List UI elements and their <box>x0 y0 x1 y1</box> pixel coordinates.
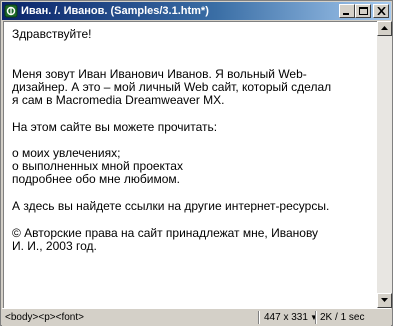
title-bar[interactable]: Иван. /. Иванов. (Samples/3.1.htm*) <box>2 2 391 20</box>
status-bar: <body><p><font> 447 x 331 ▼ 2K / 1 sec <box>2 308 391 326</box>
document-window: Иван. /. Иванов. (Samples/3.1.htm*) Здра… <box>0 0 393 326</box>
list-item: подробнее обо мне любимом. <box>12 172 180 186</box>
greeting-text: Здравствуйте! <box>12 27 92 41</box>
status-divider <box>315 311 317 324</box>
vertical-scrollbar[interactable] <box>377 21 392 308</box>
arrow-down-icon <box>381 298 388 302</box>
close-button[interactable] <box>373 4 389 18</box>
minimize-button[interactable] <box>339 4 355 18</box>
intro-paragraph: Меня зовут Иван Иванович Иванов. Я вольн… <box>12 67 332 107</box>
status-divider <box>258 311 260 324</box>
document-view[interactable]: Здравствуйте! Меня зовут Иван Иванович И… <box>3 21 377 308</box>
tag-selector[interactable]: <body><p><font> <box>5 310 84 325</box>
close-icon <box>377 7 386 15</box>
dreamweaver-document-icon[interactable] <box>4 4 18 18</box>
minimize-icon <box>343 13 349 15</box>
arrow-up-icon <box>381 26 388 30</box>
read-heading: На этом сайте вы можете прочитать: <box>12 120 218 134</box>
topics-list: о моих увлечениях; о выполненных мной пр… <box>12 147 370 186</box>
scroll-down-button[interactable] <box>377 293 392 308</box>
download-time: 2K / 1 sec <box>320 312 365 323</box>
maximize-button[interactable] <box>355 4 371 18</box>
copyright-paragraph: © Авторские права на сайт принадлежат мн… <box>12 226 319 253</box>
links-paragraph: А здесь вы найдете ссылки на другие инте… <box>12 199 330 213</box>
window-size-menu[interactable]: 447 x 331 ▼ <box>264 310 318 325</box>
maximize-icon <box>359 7 368 15</box>
window-title: Иван. /. Иванов. (Samples/3.1.htm*) <box>21 5 209 17</box>
document-body[interactable]: Здравствуйте! Меня зовут Иван Иванович И… <box>12 28 370 253</box>
scroll-up-button[interactable] <box>377 21 392 36</box>
window-size-label: 447 x 331 <box>264 312 308 323</box>
